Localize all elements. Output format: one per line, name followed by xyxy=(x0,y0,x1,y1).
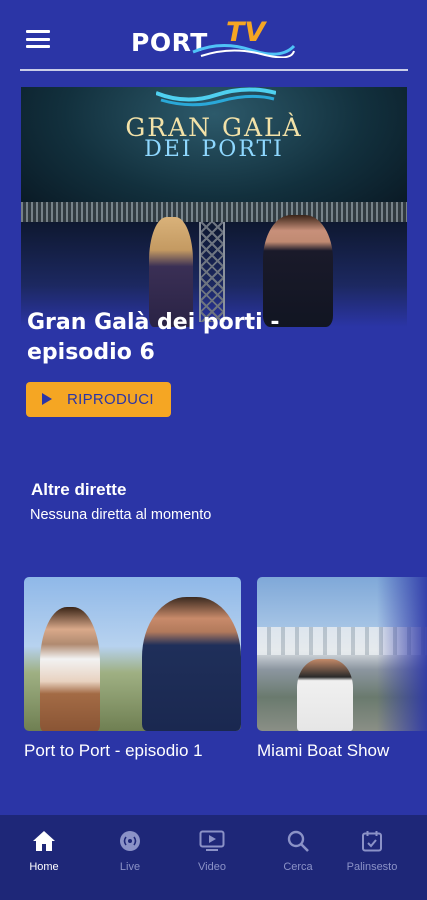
bottom-navigation: Home Live Video Cerca Palinsesto xyxy=(0,815,427,900)
play-icon xyxy=(42,393,52,405)
logo-wave-icon xyxy=(192,44,296,58)
video-card-title: Miami Boat Show xyxy=(257,741,390,760)
nav-label-video: Video xyxy=(198,861,226,873)
live-section-title: Altre dirette xyxy=(31,480,127,499)
play-button-label: RIPRODUCI xyxy=(67,391,154,408)
nav-item-home[interactable]: Home xyxy=(4,827,84,873)
video-thumbnail xyxy=(24,577,241,731)
nav-label-schedule: Palinsesto xyxy=(346,861,398,873)
hero-banner-image[interactable]: GRAN GALÀ DEI PORTI xyxy=(21,87,407,327)
live-section-subtitle: Nessuna diretta al momento xyxy=(30,507,212,523)
porttv-logo[interactable]: PORT TV xyxy=(131,17,301,58)
nav-item-live[interactable]: Live xyxy=(90,827,170,873)
nav-label-search: Cerca xyxy=(283,861,313,873)
video-thumbnail xyxy=(257,577,427,731)
nav-item-search[interactable]: Cerca xyxy=(258,827,338,873)
nav-item-schedule[interactable]: Palinsesto xyxy=(332,827,412,873)
banner-title-line2: DEI PORTI xyxy=(144,137,284,162)
video-card[interactable]: Miami Boat Show xyxy=(257,577,427,762)
home-icon xyxy=(4,827,84,855)
nav-label-home: Home xyxy=(29,861,59,873)
top-bar: PORT TV xyxy=(0,0,427,72)
live-icon xyxy=(90,827,170,855)
hero-title: Gran Galà dei porti - episodio 6 xyxy=(27,310,280,365)
nav-item-video[interactable]: Video xyxy=(172,827,252,873)
nav-label-live: Live xyxy=(119,861,141,873)
header-divider xyxy=(20,69,408,71)
stage-truss xyxy=(199,222,225,322)
search-icon xyxy=(258,827,338,855)
calendar-icon xyxy=(332,827,412,855)
play-button[interactable]: RIPRODUCI xyxy=(26,382,171,417)
video-icon xyxy=(172,827,252,855)
video-card-title: Port to Port - episodio 1 xyxy=(24,741,203,760)
video-card[interactable]: Port to Port - episodio 1 xyxy=(24,577,242,762)
banner-wave-icon xyxy=(156,87,276,107)
hamburger-menu-icon[interactable] xyxy=(26,30,50,48)
